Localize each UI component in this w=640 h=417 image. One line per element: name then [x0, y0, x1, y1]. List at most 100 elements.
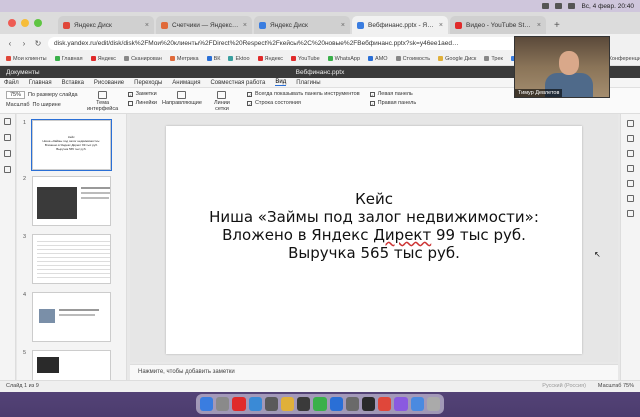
- notes-panel[interactable]: Нажмите, чтобы добавить заметки: [130, 364, 618, 380]
- chart-settings-icon[interactable]: [627, 195, 634, 202]
- tab-close-icon[interactable]: ×: [243, 22, 247, 29]
- bookmark-item[interactable]: Метрика: [169, 56, 199, 62]
- current-slide[interactable]: Кейс Ниша «Займы под залог недвижимости»…: [166, 126, 582, 354]
- right-panel-checkbox[interactable]: ✓ Правая панель: [369, 100, 417, 107]
- tab-close-icon[interactable]: ×: [341, 22, 345, 29]
- ribbon-tab[interactable]: Совместная работа: [210, 80, 265, 86]
- bookmark-item[interactable]: Стоимость: [395, 56, 430, 62]
- bookmark-item[interactable]: ВК: [206, 56, 220, 62]
- dock-app-icon[interactable]: [378, 397, 392, 411]
- dock-app-icon[interactable]: [394, 397, 408, 411]
- ribbon-tab[interactable]: Переходы: [134, 80, 162, 86]
- shape-settings-icon[interactable]: [627, 135, 634, 142]
- bookmark-item[interactable]: Яндекс: [90, 56, 116, 62]
- toolbar-always-checkbox[interactable]: ✓ Всегда показывать панель инструментов: [246, 91, 360, 98]
- thumbnail-slide-4[interactable]: 4: [23, 292, 111, 342]
- dock-app-icon[interactable]: [345, 397, 360, 411]
- dock-app-icon[interactable]: [199, 397, 214, 411]
- dock-app-icon[interactable]: [216, 397, 230, 411]
- reload-icon[interactable]: ↻: [34, 39, 42, 48]
- status-zoom[interactable]: Масштаб 75%: [598, 383, 634, 389]
- tab-close-icon[interactable]: ×: [537, 22, 541, 29]
- comments-icon[interactable]: [4, 150, 11, 157]
- ribbon-tab[interactable]: Вид: [275, 79, 287, 86]
- browser-tab[interactable]: Яндекс Диск ×: [58, 16, 154, 34]
- thumbnail-slide-1[interactable]: 1 Кейс Ниша «Займы под залог недвижимост…: [23, 119, 113, 171]
- ribbon-tab[interactable]: Плагины: [296, 80, 320, 86]
- thumbnail-slide-5[interactable]: 5: [23, 350, 111, 380]
- menubar-datetime[interactable]: Вс, 4 февр. 20:40: [581, 3, 634, 10]
- bookmark-item[interactable]: WhatsApp: [327, 56, 360, 62]
- bookmark-item[interactable]: Ektoo: [228, 55, 250, 62]
- maximize-window-icon[interactable]: [34, 19, 42, 27]
- tab-close-icon[interactable]: ×: [439, 22, 443, 29]
- dock-app-icon[interactable]: [232, 397, 246, 411]
- dock-app-icon[interactable]: [410, 397, 424, 411]
- dock-app-icon[interactable]: [329, 397, 343, 411]
- slide-settings-icon[interactable]: [627, 120, 634, 127]
- control-center-icon[interactable]: [568, 3, 576, 9]
- back-icon[interactable]: ‹: [6, 39, 14, 48]
- fit-slide-button[interactable]: По размеру слайда: [28, 92, 78, 98]
- slides-icon[interactable]: [4, 134, 11, 141]
- browser-tab[interactable]: Вебфинанс.pptx - Яндекс Д ×: [352, 16, 448, 34]
- table-settings-icon[interactable]: [627, 165, 634, 172]
- textart-settings-icon[interactable]: [627, 210, 634, 217]
- bookmark-item[interactable]: Главная: [54, 56, 83, 62]
- fit-width-button[interactable]: По ширине: [33, 102, 61, 108]
- ribbon-tab[interactable]: Анимация: [172, 80, 200, 86]
- search-icon[interactable]: [4, 118, 11, 125]
- status-bar-checkbox[interactable]: ✓ Строка состояния: [246, 100, 360, 107]
- app-name[interactable]: Документы: [6, 69, 40, 76]
- document-title[interactable]: Вебфинанс.pptx: [296, 69, 345, 76]
- bookmark-item[interactable]: Сканирован: [124, 56, 162, 62]
- interface-theme-button[interactable]: Тема интерфейса: [87, 91, 118, 112]
- bookmark-item[interactable]: Яндекс: [257, 56, 283, 62]
- bookmark-item[interactable]: Трек: [484, 56, 503, 62]
- ribbon-tab[interactable]: Вставка: [62, 80, 84, 86]
- bookmark-item[interactable]: AMO: [368, 56, 388, 62]
- close-window-icon[interactable]: [8, 19, 16, 27]
- notes-checkbox[interactable]: ✓ Заметки: [127, 91, 157, 98]
- dock-app-icon[interactable]: [313, 397, 327, 411]
- rulers-checkbox[interactable]: Линейки: [127, 100, 157, 106]
- ribbon-tab[interactable]: Рисование: [94, 80, 124, 86]
- dock-app-icon[interactable]: [248, 397, 262, 411]
- tab-label: Вебфинанс.pptx - Яндекс Д: [368, 21, 435, 29]
- dock-app-icon[interactable]: [264, 397, 278, 411]
- chat-icon[interactable]: [4, 166, 11, 173]
- dock-app-icon[interactable]: [297, 397, 311, 411]
- text-settings-icon[interactable]: [627, 150, 634, 157]
- left-panel-checkbox[interactable]: ✓ Левая панель: [369, 91, 417, 98]
- browser-tab[interactable]: Видео - YouTube Studio ×: [450, 16, 546, 34]
- thumbnail-slide-3[interactable]: 3: [23, 234, 111, 284]
- bookmark-item[interactable]: YouTube: [291, 56, 320, 62]
- bookmark-label: Ektoo: [235, 55, 250, 62]
- dock-app-icon[interactable]: [426, 397, 441, 411]
- slide-title-text[interactable]: Кейс Ниша «Займы под залог недвижимости»…: [166, 190, 582, 262]
- language-indicator[interactable]: Русский (Россия): [542, 383, 586, 389]
- new-tab-button[interactable]: +: [548, 20, 566, 34]
- dock-app-icon[interactable]: [281, 397, 295, 411]
- right-panel-label: Правая панель: [377, 100, 417, 106]
- wifi-icon[interactable]: [542, 3, 550, 9]
- zoom-select[interactable]: 75%: [6, 91, 26, 99]
- url-input[interactable]: disk.yandex.ru/edit/disk/disk%2FМои%20кл…: [48, 36, 518, 50]
- tab-close-icon[interactable]: ×: [145, 22, 149, 29]
- dock-app-icon[interactable]: [362, 397, 376, 411]
- ribbon-tab[interactable]: Файл: [4, 80, 19, 86]
- guides-button[interactable]: Направляющие: [162, 91, 202, 106]
- gridlines-button[interactable]: Линии сетки: [207, 91, 237, 112]
- thumbnail-slide-2[interactable]: 2: [23, 176, 111, 226]
- bookmark-item[interactable]: Мои клиенты: [6, 56, 47, 62]
- bookmark-item[interactable]: Google Диск: [438, 56, 476, 62]
- forward-icon[interactable]: ›: [20, 39, 28, 48]
- slide-canvas[interactable]: Кейс Ниша «Займы под залог недвижимости»…: [130, 114, 618, 362]
- browser-tab[interactable]: Счетчики — Яндекс.Метрика ×: [156, 16, 252, 34]
- ribbon-tab[interactable]: Главная: [29, 80, 52, 86]
- browser-tab[interactable]: Яндекс Диск ×: [254, 16, 350, 34]
- image-settings-icon[interactable]: [627, 180, 634, 187]
- minimize-window-icon[interactable]: [21, 19, 29, 27]
- webcam-overlay: Тимур Девлетов: [514, 36, 610, 98]
- battery-icon[interactable]: [555, 3, 563, 9]
